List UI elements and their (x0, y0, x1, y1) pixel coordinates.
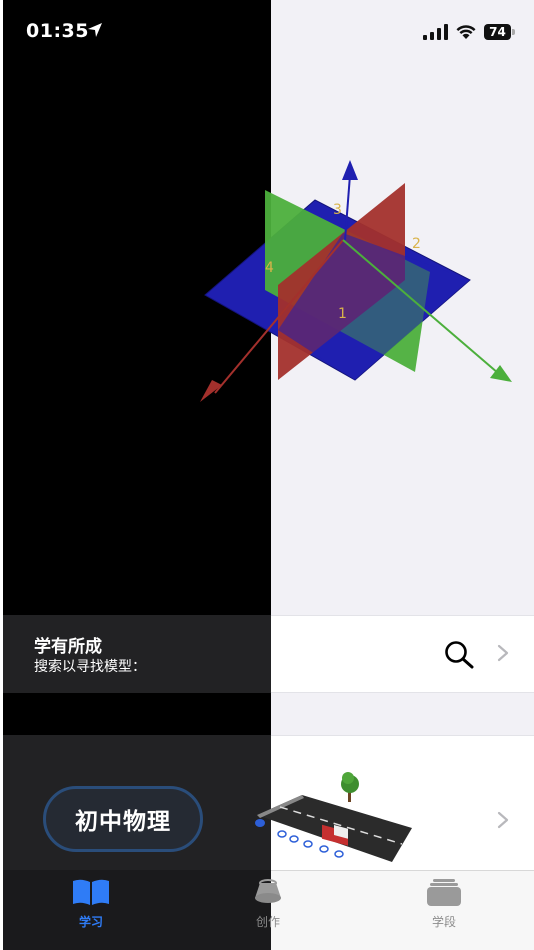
status-time: 01:35 (26, 20, 89, 42)
search-subtitle: 搜索以寻找模型： (34, 659, 146, 675)
battery-indicator: 74 (484, 24, 511, 40)
search-title: 学有所成 (34, 637, 102, 657)
cellular-signal-icon (423, 24, 448, 40)
course-button[interactable]: 初中物理 (43, 786, 203, 852)
plane-label-1: 1 (338, 306, 347, 322)
road-scene-thumbnail (255, 772, 412, 862)
section-gap (271, 693, 534, 736)
tab-stage[interactable]: 学段 (409, 878, 479, 930)
y-axis-arrow-icon (490, 365, 512, 382)
status-bar: 01:35 74 (0, 0, 534, 66)
3d-planes-model[interactable]: 1 2 3 4 (190, 150, 520, 410)
tab-create[interactable]: 创作 (233, 878, 303, 930)
book-icon (73, 879, 109, 905)
stack-icon (427, 879, 461, 906)
tab-learn-label: 学习 (78, 915, 103, 929)
battery-nub (512, 29, 515, 35)
x-axis-arrow-icon (200, 380, 222, 402)
location-arrow-icon (88, 23, 102, 37)
chevron-right-icon[interactable] (496, 810, 510, 830)
tab-bar (271, 870, 534, 950)
tab-create-label: 创作 (255, 915, 280, 929)
z-axis-arrow-icon (342, 160, 358, 180)
chevron-right-icon[interactable] (496, 643, 510, 663)
search-icon[interactable] (443, 640, 475, 670)
plane-label-3: 3 (333, 202, 342, 218)
create-icon (255, 879, 281, 903)
wifi-icon (456, 25, 476, 39)
search-row[interactable] (271, 615, 534, 693)
plane-label-4: 4 (265, 260, 274, 276)
tab-stage-label: 学段 (431, 915, 456, 929)
tab-bar-left (3, 870, 271, 950)
plane-label-2: 2 (412, 236, 421, 252)
tab-learn[interactable]: 学习 (56, 878, 126, 930)
